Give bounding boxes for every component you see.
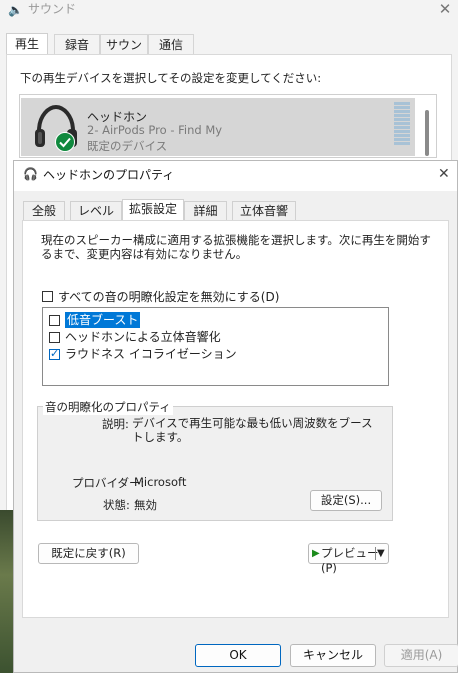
tab-playback[interactable]: 再生: [6, 33, 48, 55]
apply-button[interactable]: 適用(A): [384, 644, 458, 667]
bass-boost-checkbox[interactable]: [49, 315, 60, 326]
provider-value: Microsoft: [134, 475, 187, 489]
close-icon[interactable]: ✕: [438, 163, 456, 185]
tab-spatial-sound[interactable]: 立体音響: [232, 201, 296, 220]
device-list-scrollbar[interactable]: [425, 110, 429, 156]
device-row-headphones[interactable]: ヘッドホン 2- AirPods Pro - Find My 既定のデバイス: [21, 98, 415, 156]
tab-advanced[interactable]: 詳細: [184, 201, 227, 220]
tab-sounds[interactable]: サウンド: [100, 34, 148, 72]
enhancements-list[interactable]: 低音ブースト ヘッドホンによる立体音響化 ラウドネス イコライゼーション: [42, 307, 389, 386]
chevron-down-icon[interactable]: ▼: [377, 546, 385, 561]
disable-all-checkbox[interactable]: [42, 291, 53, 302]
enhancements-description: 現在のスピーカー構成に適用する拡張機能を選択します。次に再生を開始するまで、変更…: [41, 233, 431, 261]
desktop-background: [0, 510, 14, 673]
group-title: 音の明瞭化のプロパティ: [43, 399, 173, 415]
device-status: 既定のデバイス: [87, 139, 168, 153]
description-label: 説明:: [102, 417, 129, 431]
sound-window-title: サウンド: [28, 2, 77, 16]
ok-button[interactable]: OK: [195, 644, 281, 667]
tab-general[interactable]: 全般: [23, 201, 65, 220]
headphone-virtualization-checkbox[interactable]: [49, 332, 60, 343]
tab-recording[interactable]: 録音: [54, 34, 100, 54]
speaker-icon: 🔈: [8, 3, 23, 17]
properties-title: ヘッドホンのプロパティ: [43, 168, 175, 182]
headphones-icon: 🎧: [23, 167, 38, 181]
cancel-button[interactable]: キャンセル: [290, 644, 376, 667]
properties-dialog: 🎧 ヘッドホンのプロパティ ✕ 全般 レベル 拡張設定 詳細 立体音響 現在のス…: [13, 160, 458, 673]
preview-button[interactable]: ▶ プレビュー(P) ▼: [308, 543, 389, 575]
headphone-virtualization-label[interactable]: ヘッドホンによる立体音響化: [65, 329, 221, 345]
status-value: 無効: [134, 498, 157, 512]
device-subtitle: 2- AirPods Pro - Find My: [87, 123, 223, 137]
level-meter: [394, 102, 410, 148]
settings-button[interactable]: 設定(S)...: [310, 490, 382, 511]
check-badge-icon: [55, 132, 75, 152]
tab-levels[interactable]: レベル: [70, 201, 122, 220]
restore-defaults-button[interactable]: 既定に戻す(R): [38, 543, 139, 564]
status-label: 状態:: [103, 498, 130, 512]
tab-communications[interactable]: 通信: [148, 34, 194, 54]
description-value: デバイスで再生可能な最も低い周波数をブーストします。: [132, 416, 373, 444]
device-list[interactable]: ヘッドホン 2- AirPods Pro - Find My 既定のデバイス: [19, 94, 437, 158]
loudness-equalization-checkbox[interactable]: [49, 347, 60, 361]
preview-divider: [375, 547, 376, 560]
play-icon: ▶: [312, 548, 320, 559]
close-icon[interactable]: ✕: [436, 0, 454, 18]
tab-enhancements[interactable]: 拡張設定: [122, 199, 184, 220]
bass-boost-label[interactable]: 低音ブースト: [65, 312, 141, 328]
disable-all-label[interactable]: すべての音の明瞭化設定を無効にする(D): [58, 288, 279, 305]
loudness-equalization-label[interactable]: ラウドネス イコライゼーション: [65, 346, 237, 362]
sound-instruction: 下の再生デバイスを選択してその設定を変更してください:: [20, 71, 322, 85]
